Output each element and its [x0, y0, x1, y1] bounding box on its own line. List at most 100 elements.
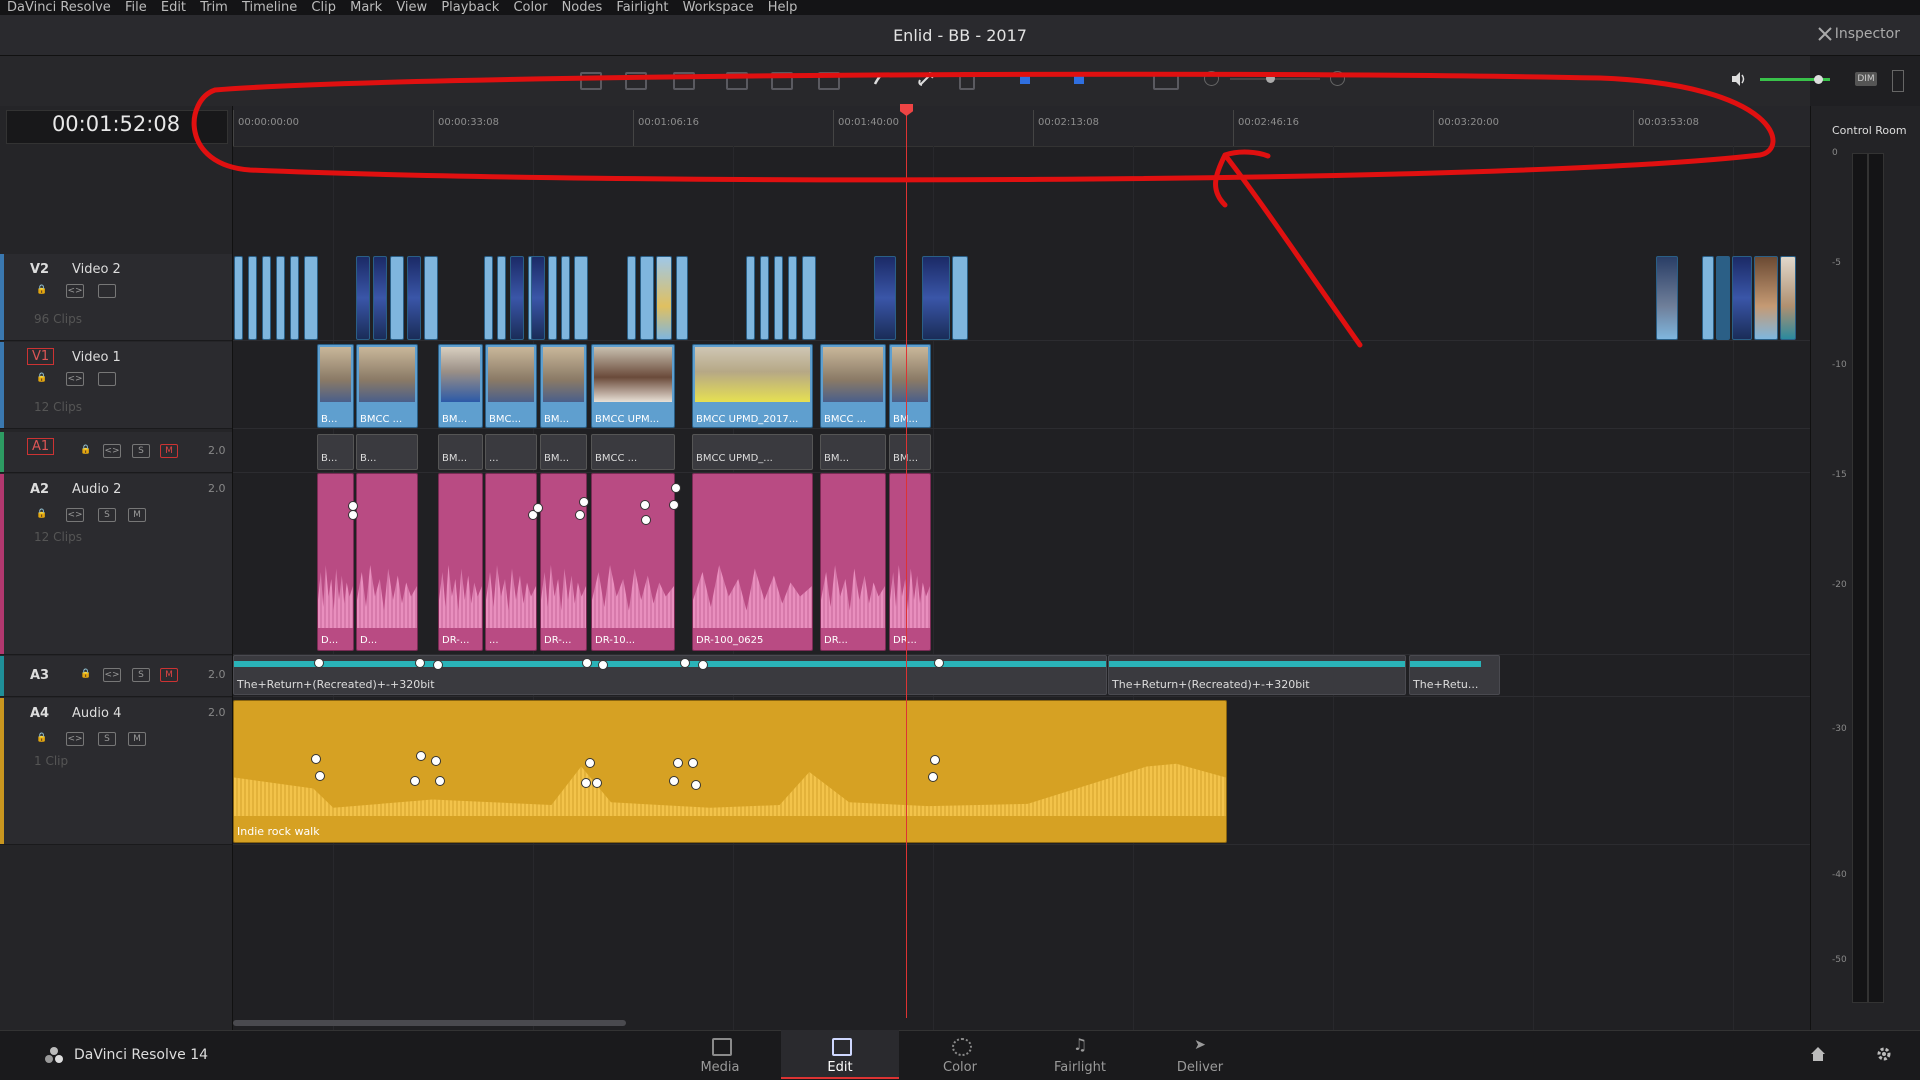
menu-playback[interactable]: Playback	[441, 0, 499, 15]
volume-keyframe[interactable]	[433, 660, 443, 670]
track-name[interactable]: Audio 2	[72, 482, 121, 497]
volume-keyframe[interactable]	[680, 658, 690, 668]
auto-select-icon[interactable]: <>	[103, 444, 121, 458]
volume-keyframe[interactable]	[930, 755, 940, 765]
page-tab-media[interactable]: Media	[661, 1030, 779, 1079]
page-tab-color[interactable]: Color	[901, 1030, 1019, 1079]
inspector-icon[interactable]	[1818, 27, 1832, 41]
v2-clip[interactable]	[548, 256, 557, 340]
v2-clip[interactable]	[788, 256, 797, 340]
volume-keyframe[interactable]	[691, 780, 701, 790]
v2-clip[interactable]	[373, 256, 387, 340]
v2-clip[interactable]	[262, 256, 271, 340]
inspector-button[interactable]: Inspector	[1835, 26, 1900, 42]
volume-keyframe[interactable]	[671, 483, 681, 493]
zoom-slider[interactable]	[1230, 78, 1320, 80]
track-header-v1[interactable]: V1 Video 1 🔒 <> 12 Clips	[0, 342, 232, 429]
mute-button[interactable]: M	[160, 444, 178, 458]
track-header-a4[interactable]: A4 Audio 4 2.0 🔒 <> S M 1 Clip	[0, 698, 232, 845]
track-name[interactable]: Audio 4	[72, 706, 121, 721]
v1-clip[interactable]: BM...	[540, 344, 587, 428]
v2-clip[interactable]	[304, 256, 318, 340]
track-id[interactable]: V1	[27, 348, 55, 365]
trim-tool-icon[interactable]	[625, 72, 647, 90]
menu-help[interactable]: Help	[768, 0, 798, 15]
auto-select-icon[interactable]: <>	[103, 668, 121, 682]
volume-keyframe[interactable]	[435, 776, 445, 786]
v2-clip[interactable]	[407, 256, 421, 340]
v2-clip[interactable]	[1716, 256, 1730, 340]
v1-clip[interactable]: BMCC UPM...	[591, 344, 675, 428]
v2-clip[interactable]	[952, 256, 968, 340]
a1-clip[interactable]: BM...	[540, 434, 587, 470]
menu-clip[interactable]: Clip	[311, 0, 336, 15]
a2-clip[interactable]: DR...	[820, 473, 886, 651]
auto-select-icon[interactable]: <>	[66, 732, 84, 746]
a3-clip[interactable]: The+Return+(Recreated)+-+320bit	[233, 655, 1107, 695]
a2-clip[interactable]: D...	[317, 473, 354, 651]
a2-clip[interactable]: DR-100_0625	[692, 473, 813, 651]
solo-button[interactable]: S	[98, 508, 116, 522]
volume-keyframe[interactable]	[431, 756, 441, 766]
volume-keyframe[interactable]	[311, 754, 321, 764]
lock-icon[interactable]: 🔒	[78, 668, 94, 680]
mute-button[interactable]: M	[128, 732, 146, 746]
track-header-a3[interactable]: A3 🔒 <> S M 2.0	[0, 656, 232, 697]
v2-clip[interactable]	[760, 256, 769, 340]
a1-clip[interactable]: B...	[317, 434, 354, 470]
volume-keyframe[interactable]	[669, 500, 679, 510]
insert-clip-icon[interactable]	[726, 72, 748, 90]
a2-clip[interactable]: DR-...	[438, 473, 483, 651]
auto-select-icon[interactable]: <>	[66, 508, 84, 522]
a3-clip[interactable]: The+Return+(Recreated)+-+320bit	[1108, 655, 1406, 695]
page-tab-edit[interactable]: Edit	[781, 1030, 899, 1079]
lock-icon[interactable]: 🔒	[78, 444, 94, 456]
v2-clip[interactable]	[356, 256, 370, 340]
a2-clip[interactable]: DR-10...	[591, 473, 675, 651]
track-enable-icon[interactable]	[98, 284, 116, 298]
full-extent-zoom-icon[interactable]	[1153, 72, 1179, 90]
volume-keyframe[interactable]	[415, 658, 425, 668]
v2-clip[interactable]	[424, 256, 438, 340]
v1-clip[interactable]: BMCC UPMD_2017...	[692, 344, 813, 428]
zoom-slider-handle[interactable]	[1266, 74, 1275, 83]
v1-clip[interactable]: BMC...	[485, 344, 537, 428]
meter-toggle-icon[interactable]	[1892, 70, 1904, 92]
speaker-icon[interactable]	[1730, 71, 1748, 87]
track-id[interactable]: A1	[27, 438, 55, 455]
v2-clip[interactable]	[497, 256, 506, 340]
lane-v2[interactable]	[233, 254, 1810, 341]
solo-button[interactable]: S	[132, 444, 150, 458]
volume-keyframe[interactable]	[533, 503, 543, 513]
volume-keyframe[interactable]	[928, 772, 938, 782]
a1-clip[interactable]: BMCC ...	[591, 434, 675, 470]
lock-icon[interactable]: 🔒	[34, 508, 50, 520]
volume-keyframe[interactable]	[348, 510, 358, 520]
v2-clip[interactable]	[746, 256, 755, 340]
volume-keyframe[interactable]	[641, 515, 651, 525]
v2-clip[interactable]	[656, 256, 672, 340]
a2-clip[interactable]: ...	[485, 473, 537, 651]
v2-clip[interactable]	[802, 256, 816, 340]
dim-button[interactable]: DIM	[1855, 72, 1877, 86]
solo-button[interactable]: S	[98, 732, 116, 746]
v2-clip[interactable]	[574, 256, 588, 340]
volume-keyframe[interactable]	[934, 658, 944, 668]
a4-clip[interactable]: Indie rock walk	[233, 700, 1227, 843]
v2-clip[interactable]	[874, 256, 896, 340]
blade-tool-icon[interactable]	[673, 72, 695, 90]
menu-mark[interactable]: Mark	[350, 0, 382, 15]
menu-color[interactable]: Color	[513, 0, 547, 15]
playhead-line[interactable]	[906, 106, 907, 1018]
a1-clip[interactable]: BM...	[820, 434, 886, 470]
timecode-display[interactable]: 00:01:52:08	[6, 112, 226, 136]
menu-file[interactable]: File	[125, 0, 147, 15]
volume-keyframe[interactable]	[575, 510, 585, 520]
flag-icon[interactable]	[1020, 74, 1030, 84]
volume-keyframe[interactable]	[582, 658, 592, 668]
v1-clip[interactable]: BMCC ...	[356, 344, 418, 428]
mute-button[interactable]: M	[160, 668, 178, 682]
v2-clip[interactable]	[234, 256, 243, 340]
volume-keyframe[interactable]	[673, 758, 683, 768]
track-header-a2[interactable]: A2 Audio 2 2.0 🔒 <> S M 12 Clips	[0, 474, 232, 655]
